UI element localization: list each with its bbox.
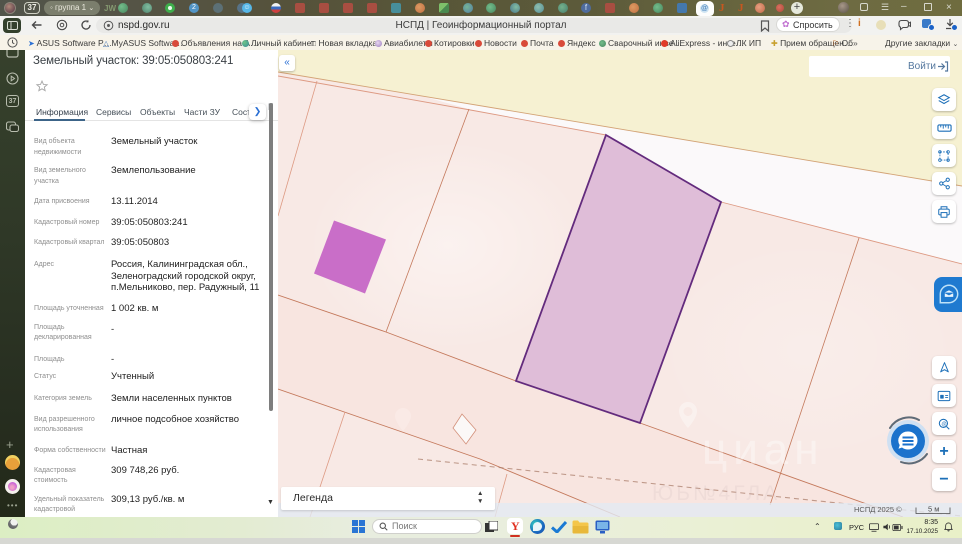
- svg-text:@: @: [941, 421, 946, 427]
- svg-text:ЮЬ№4ГЛА: ЮЬ№4ГЛА: [652, 482, 780, 505]
- svg-text:5 м: 5 м: [928, 505, 939, 514]
- svg-text:циан: циан: [702, 425, 825, 474]
